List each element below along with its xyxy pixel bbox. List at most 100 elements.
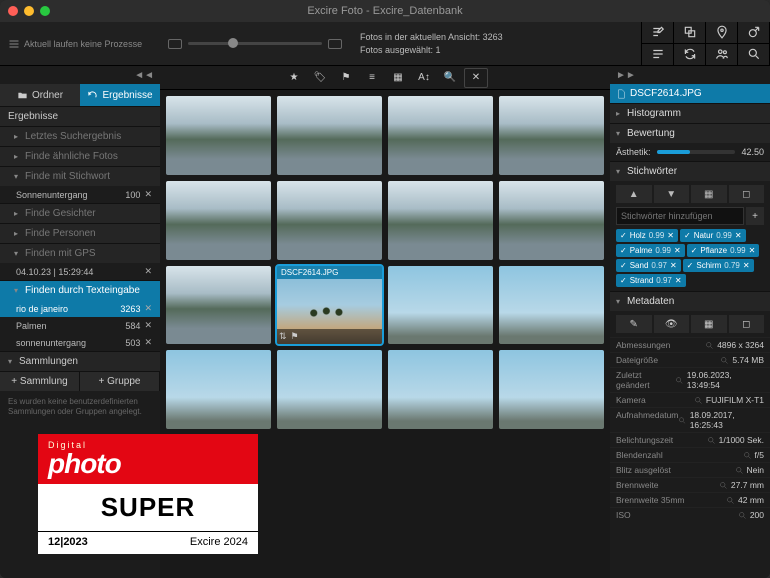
kw-up-icon[interactable]: ▲ [616,185,652,203]
people-icon[interactable] [706,44,738,66]
section-results[interactable]: Ergebnisse [0,106,160,126]
remove-icon[interactable]: ✕ [144,320,152,331]
keyword-tag[interactable]: ✓Natur0.99✕ [680,229,746,242]
search-icon[interactable] [738,44,770,66]
thumbnail[interactable]: DSCF2614.JPG⇅⚑ [277,266,382,345]
stack-icon [8,38,20,50]
thumbnail[interactable] [499,181,604,260]
edit-list-icon[interactable] [642,22,674,44]
gps-row[interactable]: 04.10.23 | 15:29:44 ✕ [0,263,160,280]
thumbnail[interactable] [277,96,382,175]
remove-icon[interactable]: ✕ [144,337,152,348]
sub-people[interactable]: Finde Personen [0,223,160,243]
thumbnail[interactable] [277,181,382,260]
sub-faces[interactable]: Finde Gesichter [0,203,160,223]
sub-last-search[interactable]: Letztes Suchergebnis [0,126,160,146]
right-panel: ►► DSCF2614.JPG Histogramm Bewertung Äst… [610,66,770,578]
meta-square-icon[interactable]: ◻ [729,315,765,333]
keyword-tag[interactable]: ✓Palme0.99✕ [616,244,685,257]
add-group-button[interactable]: + Gruppe [80,372,160,391]
metadata-row: Brennweite27.7 mm [610,477,770,492]
location-icon[interactable] [706,22,738,44]
text-search-row[interactable]: Palmen584✕ [0,317,160,334]
close-icon[interactable]: ✕ [464,68,488,88]
kw-grid-icon[interactable]: ▦ [691,185,727,203]
panel-rating[interactable]: Bewertung [610,123,770,143]
thumbnail-size-slider[interactable] [160,39,350,49]
kw-down-icon[interactable]: ▼ [654,185,690,203]
thumbnail[interactable] [388,350,493,429]
tag-icon[interactable]: 🏷 [308,68,332,88]
remove-icon[interactable]: ✕ [144,266,152,277]
thumbnail[interactable] [499,96,604,175]
sub-gps[interactable]: Finden mit GPS [0,243,160,263]
remove-tag-icon[interactable]: ✕ [670,261,677,270]
collapse-left[interactable]: ◄◄ [0,66,160,84]
remove-tag-icon[interactable]: ✕ [675,276,682,285]
thumbnail[interactable] [166,96,271,175]
thumbnail[interactable] [277,350,382,429]
thumbnail[interactable] [166,266,271,345]
add-collection-button[interactable]: + Sammlung [0,372,80,391]
remove-tag-icon[interactable]: ✕ [667,231,674,240]
keyword-row[interactable]: Sonnenuntergang 100✕ [0,186,160,203]
remove-tag-icon[interactable]: ✕ [674,246,681,255]
kw-square-icon[interactable]: ◻ [729,185,765,203]
grid-toolbar: ★ 🏷 ⚑ ≡ ▦ A↕ 🔍 ✕ [160,66,610,90]
remove-tag-icon[interactable]: ✕ [749,246,756,255]
aesthetics-bar [657,150,736,154]
thumbnail[interactable] [499,350,604,429]
panel-metadata[interactable]: Metadaten [610,291,770,311]
panel-histogram[interactable]: Histogramm [610,103,770,123]
aesthetics-value: 42.50 [741,147,764,157]
remove-tag-icon[interactable]: ✕ [735,231,742,240]
section-collections[interactable]: Sammlungen [0,351,160,371]
remove-tag-icon[interactable]: ✕ [743,261,750,270]
topbar: Aktuell laufen keine Prozesse Fotos in d… [0,22,770,66]
meta-hide-icon[interactable]: 👁 [654,315,690,333]
keyword-tag[interactable]: ✓Schirm0.79✕ [683,259,754,272]
text-search-row[interactable]: rio de janeiro3263✕ [0,300,160,317]
star-icon[interactable]: ★ [282,68,306,88]
justify-icon[interactable] [642,44,674,66]
flag-icon[interactable]: ⚑ [334,68,358,88]
sort-az-icon[interactable]: A↕ [412,68,436,88]
collapse-right[interactable]: ►► [610,66,770,84]
metadata-row: KameraFUJIFILM X-T1 [610,392,770,407]
remove-icon[interactable]: ✕ [144,189,152,200]
titlebar: Excire Foto - Excire_Datenbank [0,0,770,22]
thumbnail[interactable] [388,96,493,175]
sub-text[interactable]: Finden durch Texteingabe [0,280,160,300]
zoom-icon[interactable]: 🔍 [438,68,462,88]
metadata-row: ISO200 [610,507,770,522]
tab-folder[interactable]: Ordner [0,84,80,106]
layers-icon[interactable] [674,22,706,44]
keyword-tag[interactable]: ✓Holz0.99✕ [616,229,678,242]
keyword-tag[interactable]: ✓Sand0.97✕ [616,259,681,272]
thumbnail[interactable] [166,350,271,429]
meta-grid-icon[interactable]: ▦ [691,315,727,333]
keyword-tag[interactable]: ✓Pflanze0.99✕ [687,244,760,257]
add-keyword-button[interactable]: + [746,207,764,225]
thumbnail[interactable] [388,181,493,260]
male-icon[interactable] [738,22,770,44]
remove-icon[interactable]: ✕ [144,303,152,314]
refresh-icon[interactable] [674,44,706,66]
meta-edit-icon[interactable]: ✎ [616,315,652,333]
tab-results[interactable]: Ergebnisse [80,84,160,106]
keyword-tag[interactable]: ✓Strand0.97✕ [616,274,686,287]
keyword-input[interactable] [616,207,744,225]
panel-keywords[interactable]: Stichwörter [610,161,770,181]
text-search-row[interactable]: sonnenuntergang503✕ [0,334,160,351]
metadata-row: Zuletzt geändert19.06.2023, 13:49:54 [610,367,770,392]
calendar-icon[interactable]: ▦ [386,68,410,88]
thumbnail[interactable] [166,181,271,260]
sub-similar[interactable]: Finde ähnliche Fotos [0,146,160,166]
thumbnail[interactable] [499,266,604,345]
list-icon[interactable]: ≡ [360,68,384,88]
selected-file: DSCF2614.JPG [610,84,770,103]
sub-keyword[interactable]: Finde mit Stichwort [0,166,160,186]
award-badge: Digital photo SUPER 12|2023 Excire 2024 [38,434,258,554]
thumbnail[interactable] [388,266,493,345]
file-icon [616,89,626,99]
